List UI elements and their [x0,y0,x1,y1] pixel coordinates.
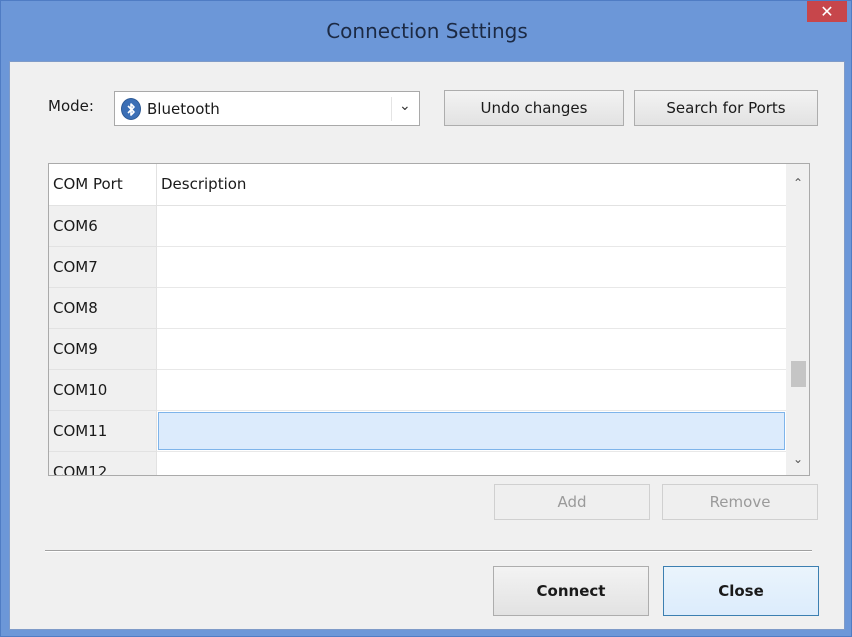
bluetooth-icon [121,98,141,120]
dialog-body: Mode: Bluetooth ⌄ Undo changes Search fo… [9,61,845,630]
table-row[interactable]: COM8 [49,288,786,329]
vertical-scrollbar[interactable]: ⌃ ⌄ [786,164,809,475]
connection-settings-window: Connection Settings ✕ Mode: Bluetooth ⌄ … [0,0,852,637]
description-edit-field[interactable] [158,412,785,450]
window-title: Connection Settings [326,19,528,43]
com-port-cell: COM9 [49,329,157,370]
scrollbar-thumb[interactable] [791,361,806,387]
connect-button[interactable]: Connect [493,566,649,616]
table-row[interactable]: COM9 [49,329,786,370]
description-cell[interactable] [157,452,786,475]
remove-button[interactable]: Remove [662,484,818,520]
description-cell[interactable] [157,206,786,247]
table-header: COM Port Description [49,164,786,206]
table-row[interactable]: COM12 [49,452,786,475]
close-button[interactable]: Close [663,566,819,616]
description-cell[interactable] [157,288,786,329]
table-row[interactable]: COM6 [49,206,786,247]
chevron-down-icon[interactable]: ⌄ [399,98,411,114]
divider [45,550,812,552]
scroll-up-icon[interactable]: ⌃ [786,172,809,194]
com-port-cell: COM7 [49,247,157,288]
com-port-cell: COM11 [49,411,157,452]
description-cell[interactable] [157,411,786,452]
com-port-cell: COM6 [49,206,157,247]
undo-changes-button[interactable]: Undo changes [444,90,624,126]
description-cell[interactable] [157,329,786,370]
add-button[interactable]: Add [494,484,650,520]
description-cell[interactable] [157,247,786,288]
dropdown-separator [391,97,392,121]
com-port-cell: COM12 [49,452,157,475]
scroll-down-icon[interactable]: ⌄ [786,448,809,470]
column-header-description[interactable]: Description [157,164,786,206]
mode-dropdown[interactable]: Bluetooth ⌄ [114,91,420,126]
com-port-cell: COM10 [49,370,157,411]
window-close-button[interactable]: ✕ [807,1,847,22]
search-for-ports-button[interactable]: Search for Ports [634,90,818,126]
column-header-com-port[interactable]: COM Port [49,164,157,206]
com-port-table: COM Port Description COM6 COM7 COM8 COM9… [48,163,810,476]
description-cell[interactable] [157,370,786,411]
com-port-cell: COM8 [49,288,157,329]
title-bar: Connection Settings ✕ [1,1,852,61]
table-row[interactable]: COM10 [49,370,786,411]
table-row[interactable]: COM7 [49,247,786,288]
mode-selected-value: Bluetooth [147,100,220,118]
mode-label: Mode: [48,97,94,115]
table-row-selected[interactable]: COM11 [49,411,786,452]
